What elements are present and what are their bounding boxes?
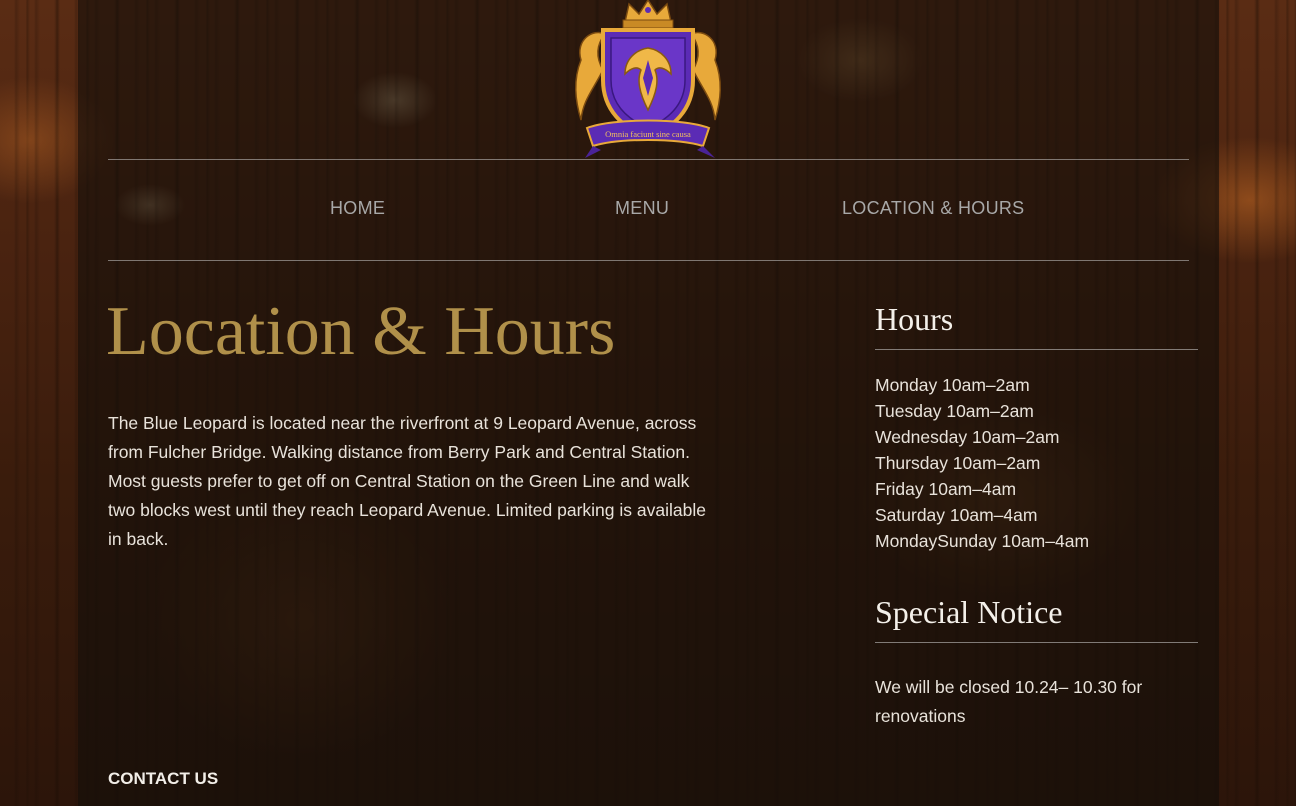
nav-location-hours-link[interactable]: LOCATION & HOURS [842,198,1025,219]
page-title: Location & Hours [106,293,616,370]
special-notice-divider [875,642,1198,643]
location-description: The Blue Leopard is located near the riv… [108,413,706,549]
hours-item-tuesday: Tuesday 10am–2am [875,401,1034,421]
special-notice-heading: Special Notice [875,594,1063,630]
hours-item-thursday: Thursday 10am–2am [875,453,1041,473]
hours-item-saturday: Saturday 10am–4am [875,505,1038,525]
nav-menu-link[interactable]: MENU [615,198,669,219]
hours-item-wednesday: Wednesday 10am–2am [875,427,1060,447]
special-notice-text: We will be closed 10.24– 10.30 for renov… [875,677,1143,726]
hours-divider [875,349,1198,350]
nav-home-link[interactable]: HOME [330,198,385,219]
hours-item-monday: Monday 10am–2am [875,375,1030,395]
hours-list: Monday 10am–2am Tuesday 10am–2am Wednesd… [875,372,1089,554]
nav-divider-bottom [108,260,1189,261]
hours-item-sunday: MondaySunday 10am–4am [875,531,1090,551]
contact-us-link[interactable]: CONTACT US [108,769,218,789]
crest-logo[interactable]: Omnia faciunt sine causa [573,0,723,160]
nav-divider-top [108,159,1189,160]
hours-heading: Hours [875,301,954,337]
crest-icon: Omnia faciunt sine causa [575,0,721,158]
hours-item-friday: Friday 10am–4am [875,479,1017,499]
crest-motto: Omnia faciunt sine causa [605,129,691,139]
